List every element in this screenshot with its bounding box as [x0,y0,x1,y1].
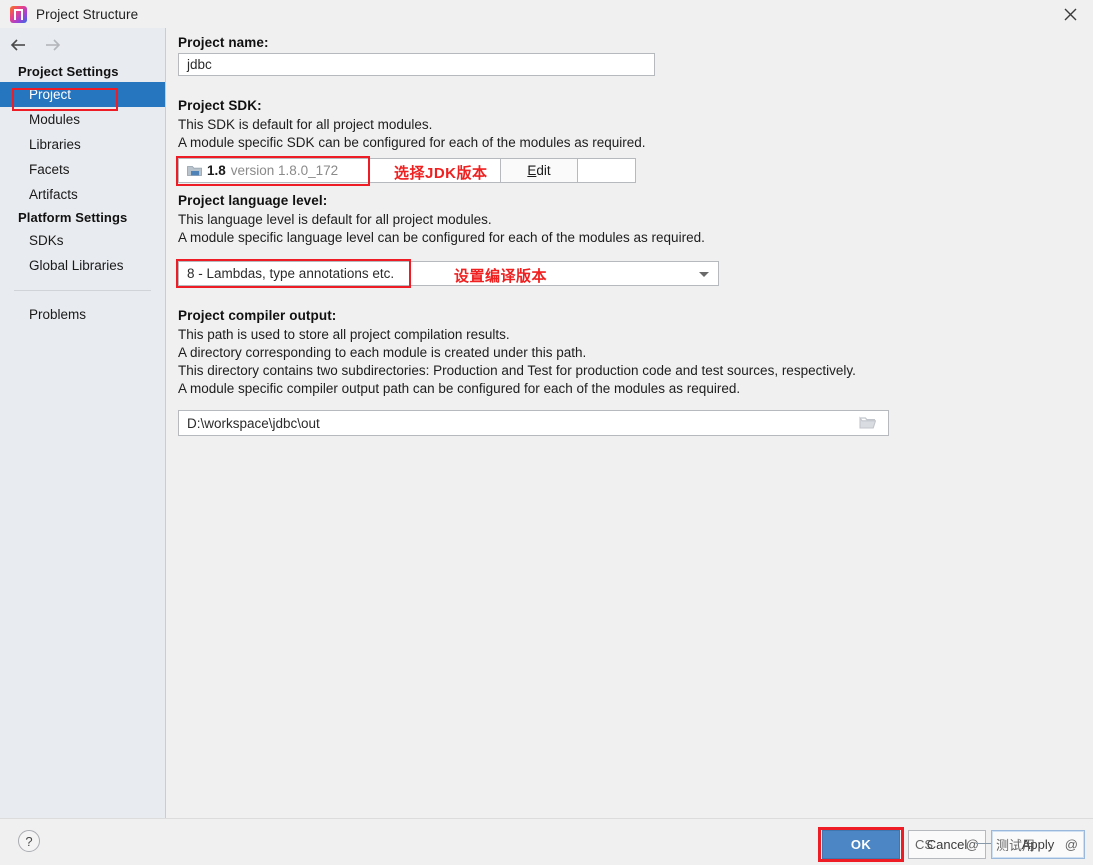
sidebar-item-problems[interactable]: Problems [0,302,165,327]
intellij-idea-icon [10,5,27,23]
sidebar-group-platform-settings: Platform Settings [18,210,128,225]
close-icon[interactable] [1047,0,1093,28]
cancel-artifact-prefix: CS [915,837,934,852]
project-name-label: Project name: [178,35,269,50]
project-sdk-desc-line-1: This SDK is default for all project modu… [178,117,433,132]
sidebar-item-facets[interactable]: Facets [0,157,165,182]
cancel-artifact-suffix: @ [965,837,979,852]
sdk-edit-button[interactable]: Edit [500,158,578,183]
project-sdk-version: version 1.8.0_172 [230,163,339,178]
settings-sidebar: Project Settings Project Modules Librari… [0,28,166,818]
project-sdk-name: 1.8 [207,163,226,178]
sidebar-item-libraries[interactable]: Libraries [0,132,165,157]
language-level-desc-line-2: A module specific language level can be … [178,230,705,245]
sidebar-item-project[interactable]: Project [0,82,165,107]
dialog-body: Project Settings Project Modules Librari… [0,28,1093,818]
language-level-label: Project language level: [178,193,328,208]
project-settings-panel: Project name: jdbc Project SDK: This SDK… [166,28,1093,818]
window-titlebar: Project Structure [0,0,1093,28]
arrow-left-icon[interactable] [10,38,28,52]
window-title: Project Structure [36,6,139,22]
sidebar-item-global-libraries[interactable]: Global Libraries [0,253,165,278]
sdk-folder-icon [187,165,202,177]
ok-button[interactable]: OK [822,830,900,859]
language-level-value: 8 - Lambdas, type annotations etc. [187,266,395,281]
apply-artifact-suffix: @ [1064,837,1078,852]
sidebar-item-artifacts[interactable]: Artifacts [0,182,165,207]
sdk-edit-button-label: dit [536,163,551,178]
compiler-output-desc-line-2: A directory corresponding to each module… [178,345,587,360]
compiler-output-desc-line-1: This path is used to store all project c… [178,327,510,342]
compiler-output-label: Project compiler output: [178,308,337,323]
sidebar-item-modules[interactable]: Modules [0,107,165,132]
folder-browse-icon[interactable] [859,416,877,433]
help-icon[interactable]: ? [18,830,40,852]
language-level-desc-line-1: This language level is default for all p… [178,212,492,227]
sidebar-item-sdks[interactable]: SDKs [0,228,165,253]
project-name-input[interactable]: jdbc [178,53,655,76]
project-sdk-annotation: 选择JDK版本 [394,165,488,182]
chevron-down-icon[interactable] [699,271,709,277]
compiler-output-input[interactable]: D:\workspace\jdbc\out [178,410,889,436]
compiler-output-desc-line-4: A module specific compiler output path c… [178,381,741,396]
cancel-button[interactable]: CS Cancel @ [908,830,986,859]
sidebar-divider [14,290,151,291]
language-level-combo[interactable]: 8 - Lambdas, type annotations etc. [178,261,719,286]
apply-button[interactable]: 测试用 Apply @ [991,830,1085,859]
language-level-annotation: 设置编译版本 [454,268,548,285]
sidebar-group-project-settings: Project Settings [18,64,119,79]
sidebar-nav-arrows [0,28,165,61]
arrow-right-icon[interactable] [43,38,61,52]
compiler-output-desc-line-3: This directory contains two subdirectori… [178,363,856,378]
sdk-edit-button-mnemonic: E [527,163,537,178]
project-sdk-desc-line-2: A module specific SDK can be configured … [178,135,646,150]
project-sdk-label: Project SDK: [178,98,262,113]
apply-artifact-prefix: 测试用 [996,838,1036,853]
